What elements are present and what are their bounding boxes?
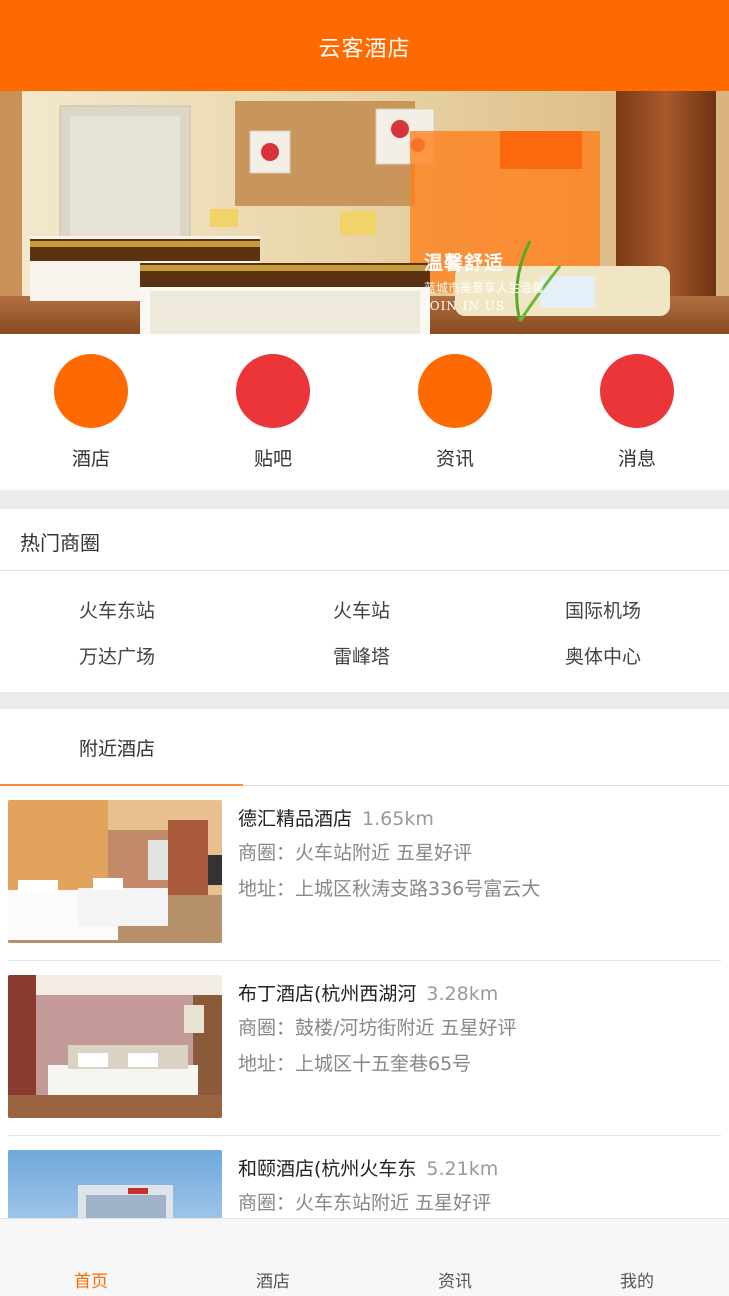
hot-area-item[interactable]: 万达广场 — [79, 642, 155, 669]
hotel-thumbnail — [8, 975, 222, 1118]
hot-areas-title: 热门商圈 — [20, 531, 100, 555]
forum-icon — [236, 354, 310, 428]
quick-nav-label: 资讯 — [435, 448, 474, 470]
hot-area-item[interactable]: 火车站 — [333, 596, 390, 623]
hotel-icon — [54, 354, 128, 428]
quick-nav-label: 消息 — [617, 448, 656, 470]
message-icon — [600, 354, 674, 428]
tab-news[interactable]: 资讯 — [364, 1267, 546, 1292]
quick-nav-label: 贴吧 — [253, 448, 292, 470]
tab-mine[interactable]: 我的 — [546, 1267, 728, 1292]
app-header: 云客酒店 — [0, 0, 729, 91]
hero-banner[interactable]: 温馨舒适 蓝城市美景享人生温馨 JOIN IN US — [0, 91, 729, 334]
hotel-address: 地址：上城区十五奎巷65号 — [238, 1053, 472, 1075]
hotel-area: 商圈：火车东站附近 五星好评 — [238, 1192, 492, 1214]
app-title: 云客酒店 — [318, 36, 411, 62]
hotel-distance: 3.28km — [426, 983, 499, 1005]
hot-area-item[interactable]: 火车东站 — [79, 596, 155, 623]
hotel-address: 地址：上城区秋涛支路336号富云大 — [238, 878, 541, 900]
news-icon — [418, 354, 492, 428]
hotel-distance: 5.21km — [426, 1158, 499, 1180]
hotel-thumbnail — [8, 800, 222, 943]
hotel-thumbnail — [8, 1150, 222, 1218]
quick-nav-forum[interactable]: 贴吧 — [223, 354, 323, 471]
banner-subline: 蓝城市美景享人生温馨 — [424, 281, 545, 295]
hotel-area: 商圈：火车站附近 五星好评 — [238, 842, 473, 864]
banner-english: JOIN IN US — [424, 299, 506, 313]
hot-area-item[interactable]: 国际机场 — [565, 596, 641, 623]
hotel-name-row: 德汇精品酒店 1.65km — [238, 804, 434, 831]
banner-headline: 温馨舒适 — [424, 252, 505, 274]
banner-caption: 温馨舒适 蓝城市美景享人生温馨 JOIN IN US — [424, 248, 544, 313]
hotel-name-row: 布丁酒店(杭州西湖河 3.28km — [238, 979, 498, 1006]
hotel-list-item[interactable]: 德汇精品酒店 1.65km 商圈：火车站附近 五星好评 地址：上城区秋涛支路336… — [0, 786, 729, 961]
hotel-distance: 1.65km — [362, 808, 434, 830]
hotel-name: 德汇精品酒店 — [238, 808, 353, 830]
section-divider — [0, 692, 729, 709]
hotel-room-photo — [0, 91, 729, 334]
hotel-name: 和颐酒店(杭州火车东 — [238, 1158, 417, 1180]
hot-area-item[interactable]: 奥体中心 — [565, 642, 641, 669]
hotel-list-item[interactable]: 布丁酒店(杭州西湖河 3.28km 商圈：鼓楼/河坊街附近 五星好评 地址：上城区… — [0, 961, 729, 1136]
bottom-tab-bar: 首页 酒店 资讯 我的 — [0, 1218, 729, 1296]
quick-nav-label: 酒店 — [71, 448, 110, 470]
quick-nav-message[interactable]: 消息 — [587, 354, 687, 471]
quick-nav-hotel[interactable]: 酒店 — [41, 354, 141, 471]
hot-area-item[interactable]: 雷峰塔 — [333, 642, 390, 669]
hotel-name: 布丁酒店(杭州西湖河 — [238, 983, 417, 1005]
hotel-name-row: 和颐酒店(杭州火车东 5.21km — [238, 1154, 498, 1181]
quick-nav-news[interactable]: 资讯 — [405, 354, 505, 471]
nearby-hotels-header: 附近酒店 — [0, 709, 729, 786]
quick-nav: 酒店 贴吧 资讯 消息 — [0, 334, 729, 490]
tab-home[interactable]: 首页 — [0, 1267, 182, 1292]
hotel-area: 商圈：鼓楼/河坊街附近 五星好评 — [238, 1017, 517, 1039]
hot-areas-grid: 火车东站 火车站 国际机场 万达广场 雷峰塔 奥体中心 — [0, 572, 729, 692]
hotel-list-item[interactable]: 和颐酒店(杭州火车东 5.21km 商圈：火车东站附近 五星好评 — [0, 1136, 729, 1218]
tab-hotel[interactable]: 酒店 — [182, 1267, 364, 1292]
nearby-hotels-title[interactable]: 附近酒店 — [79, 734, 155, 761]
section-divider — [0, 490, 729, 509]
hot-areas-header: 热门商圈 — [0, 509, 729, 571]
